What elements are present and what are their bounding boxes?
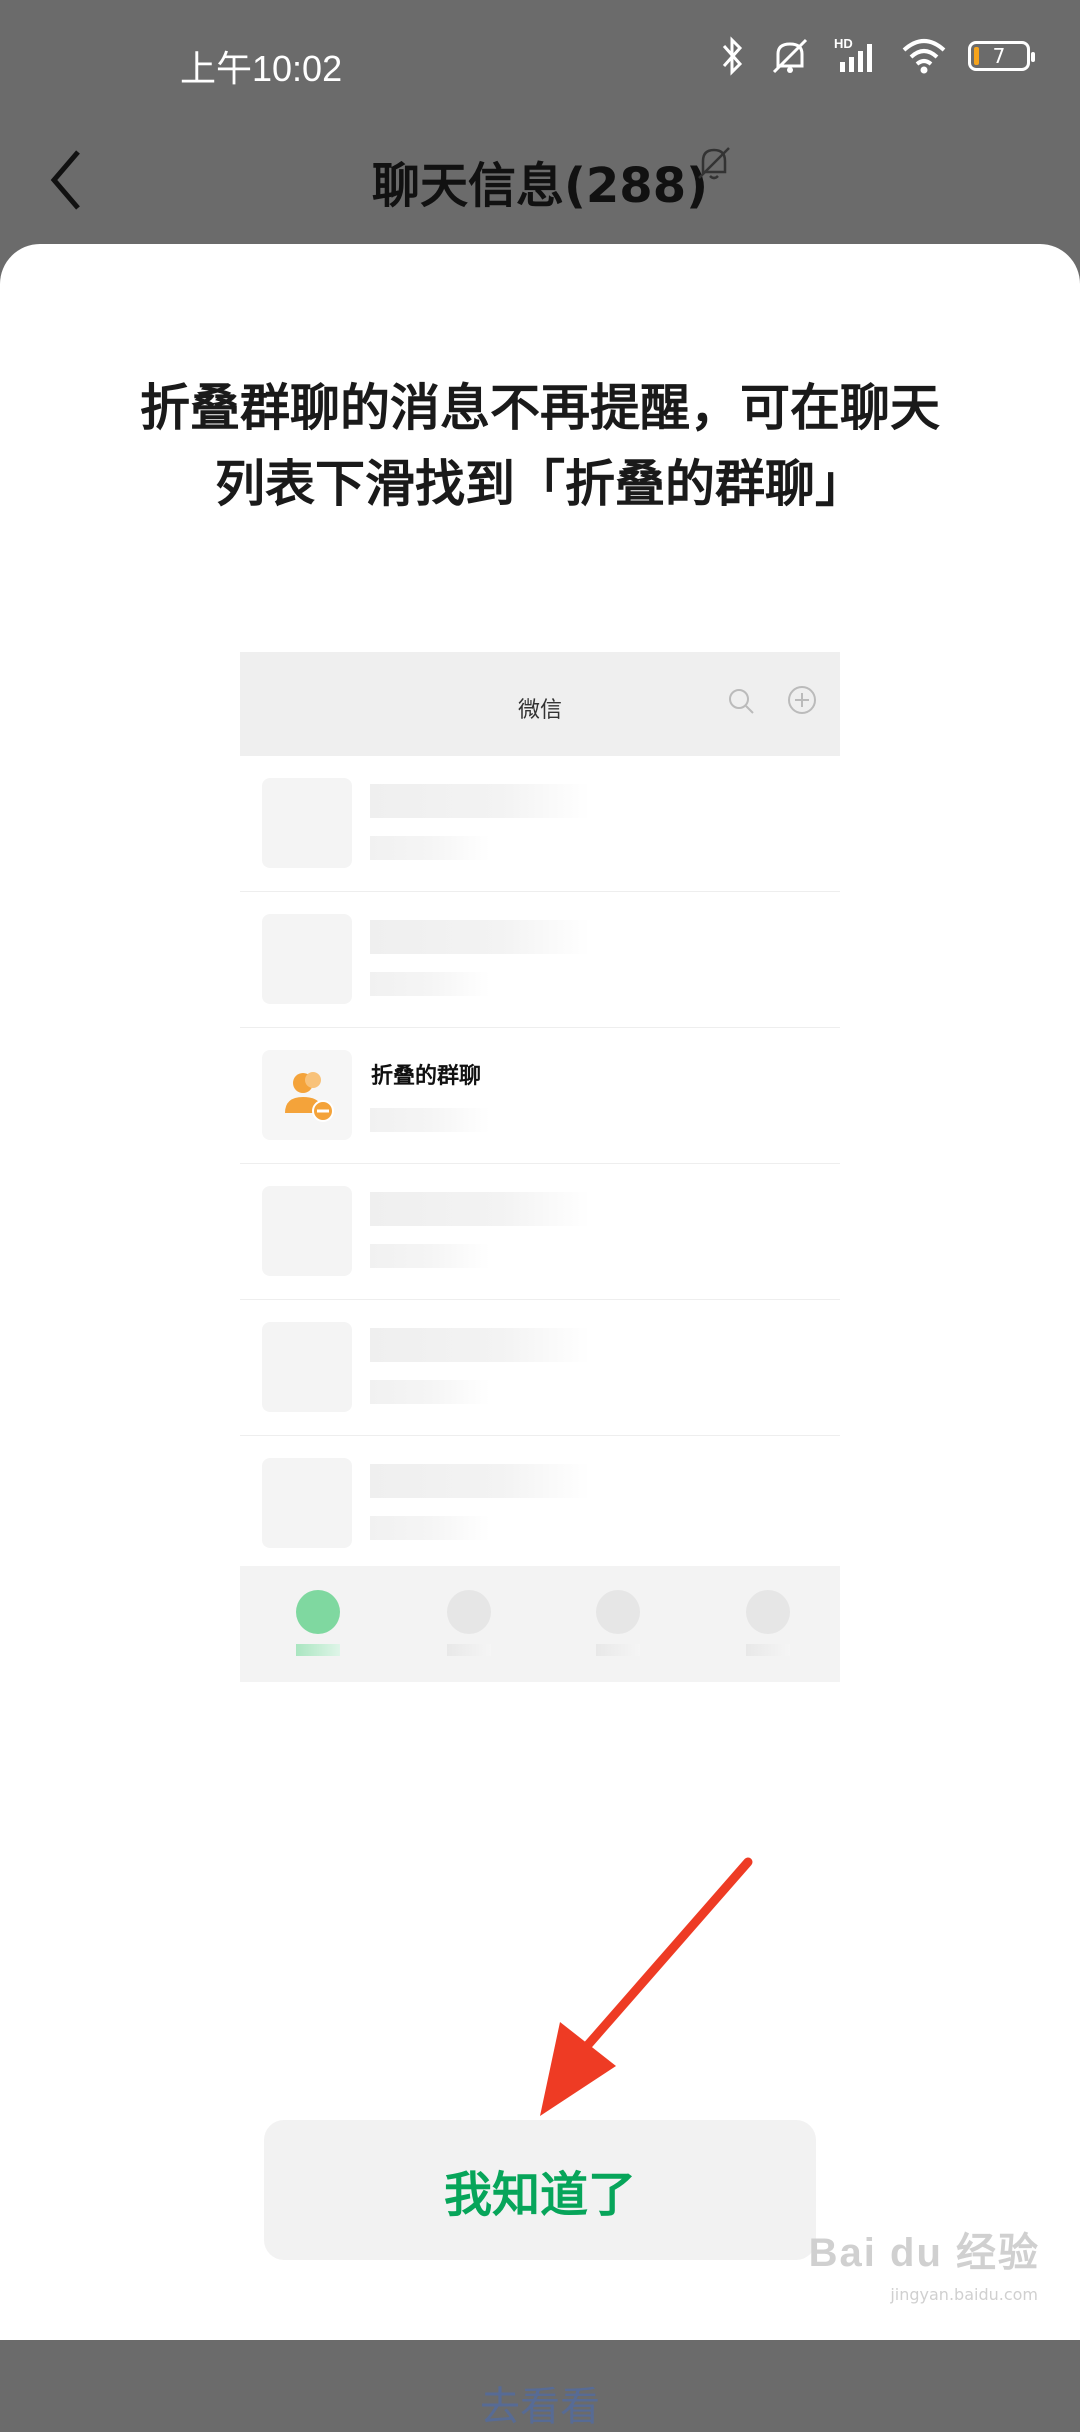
placeholder-avatar: [262, 1458, 352, 1548]
placeholder-line: [370, 1464, 590, 1498]
preview-tab-discover: [596, 1590, 640, 1656]
dialog-heading: 折叠群聊的消息不再提醒，可在聊天 列表下滑找到「折叠的群聊」: [100, 370, 980, 522]
status-time: 上午10:02: [180, 48, 343, 89]
preview-placeholder-row: [240, 1300, 840, 1436]
placeholder-avatar: [262, 914, 352, 1004]
svg-text:HD: HD: [834, 36, 853, 51]
fold-group-dialog: 折叠群聊的消息不再提醒，可在聊天 列表下滑找到「折叠的群聊」 微信 折叠的群聊 …: [0, 244, 1080, 2430]
chat-list-preview: 微信 折叠的群聊: [240, 652, 840, 1682]
placeholder-line: [370, 1516, 490, 1540]
dialog-heading-line2: 列表下滑找到「折叠的群聊」: [215, 455, 865, 513]
preview-placeholder-row: [240, 892, 840, 1028]
bluetooth-icon: [722, 36, 743, 76]
placeholder-line: [370, 836, 490, 860]
placeholder-line: [370, 920, 590, 954]
battery-level: [974, 47, 979, 65]
status-bar: 上午10:02 HD 7: [0, 0, 1080, 130]
battery-icon: 7: [968, 41, 1035, 71]
preview-tab-chats: [296, 1590, 340, 1656]
placeholder-line: [370, 1380, 490, 1404]
preview-placeholder-row: [240, 1436, 840, 1572]
preview-placeholder-row: [240, 1164, 840, 1300]
tab-bar-line: [596, 1644, 640, 1656]
folded-group-row: 折叠的群聊: [240, 1028, 840, 1164]
preview-header: 微信: [240, 652, 840, 756]
folded-group-icon: [285, 1072, 334, 1122]
mute-bell-icon: [698, 147, 730, 180]
got-it-button[interactable]: 我知道了: [264, 2120, 816, 2260]
signal-icon: HD: [834, 36, 872, 72]
baidu-watermark: Bai du 经验: [808, 2231, 1040, 2275]
placeholder-line: [370, 972, 490, 996]
tab-bar-line: [447, 1644, 491, 1656]
preview-placeholder-row: [240, 756, 840, 892]
nav-bar: 聊天信息(288): [0, 120, 1080, 240]
tab-dot: [296, 1590, 340, 1634]
placeholder-avatar: [262, 778, 352, 868]
baidu-watermark-url: jingyan.baidu.com: [890, 2285, 1038, 2304]
search-icon: [729, 689, 754, 714]
go-see-link[interactable]: 去看看: [0, 2374, 1080, 2432]
placeholder-line: [370, 1108, 490, 1132]
tab-dot: [596, 1590, 640, 1634]
placeholder-line: [370, 1328, 590, 1362]
battery-percent: 7: [992, 44, 1006, 68]
preview-tab-me: [746, 1590, 790, 1656]
wifi-icon: [902, 39, 946, 74]
preview-tab-contacts: [447, 1590, 491, 1656]
status-icons: HD 7: [720, 36, 1035, 76]
placeholder-line: [370, 1192, 590, 1226]
folded-group-avatar: [262, 1050, 352, 1140]
placeholder-line: [370, 784, 590, 818]
tab-dot: [746, 1590, 790, 1634]
placeholder-avatar: [262, 1186, 352, 1276]
tab-bar-line: [296, 1644, 340, 1656]
placeholder-avatar: [262, 1322, 352, 1412]
preview-tab-bar: [240, 1566, 840, 1682]
mute-vibrate-icon: [772, 38, 808, 74]
placeholder-line: [370, 1244, 490, 1268]
annotation-arrow: [540, 1857, 753, 2116]
plus-circle-icon: [788, 686, 816, 714]
folded-group-label: 折叠的群聊: [371, 1064, 482, 1089]
page-title: 聊天信息(288): [371, 158, 709, 214]
tab-bar-line: [746, 1644, 790, 1656]
tab-dot: [447, 1590, 491, 1634]
dialog-heading-line1: 折叠群聊的消息不再提醒，可在聊天: [140, 379, 940, 437]
